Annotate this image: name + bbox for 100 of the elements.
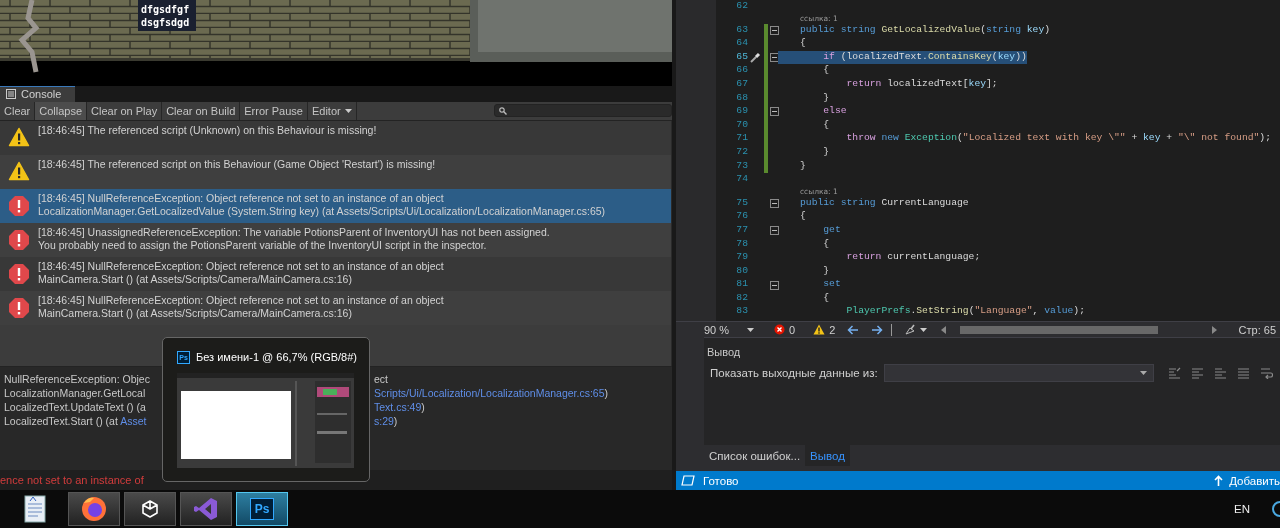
cleanup-button[interactable] — [904, 324, 928, 335]
tray-icon[interactable] — [1272, 501, 1280, 517]
code-editor[interactable] — [676, 0, 1280, 321]
right-arrow-icon — [871, 324, 884, 335]
line-number: 67 — [735, 77, 748, 91]
stack-trace-text: LocalizationManager.GetLocal — [4, 385, 147, 400]
stack-trace-text: NullReferenceException: Objec — [4, 371, 151, 386]
file-link[interactable]: Scripts/Ui/Localization/LocalizationManager.cs:65 — [374, 386, 605, 399]
collapse-icon[interactable] — [770, 199, 779, 208]
line-number: 79 — [735, 251, 748, 265]
error-icon — [774, 324, 785, 335]
line-number: 81 — [735, 278, 748, 292]
code-line: } — [822, 145, 830, 159]
taskbar-button[interactable] — [68, 492, 120, 526]
code-line: else — [822, 105, 847, 119]
stack-trace-text: ect — [374, 371, 389, 386]
line-number: 74 — [735, 173, 748, 187]
error-icon — [8, 262, 30, 285]
log-message: [18:46:45] NullReferenceException: Object reference not set to an instance of an object — [38, 293, 444, 308]
file-link[interactable]: Asset — [120, 414, 147, 427]
screwdriver-icon[interactable] — [749, 52, 761, 64]
word-wrap-icon[interactable] — [1259, 367, 1273, 379]
code-line: { — [800, 210, 806, 224]
log-message: [18:46:45] UnassignedReferenceException: The variable PotionsParent of InventoryUI has not been assigned. — [38, 225, 550, 240]
line-number: 64 — [735, 37, 748, 51]
log-message: You probably need to assign the PotionsParent variable of the InventoryUI script in the inspector. — [38, 239, 488, 253]
line-number: 62 — [735, 0, 748, 13]
globe-icon — [80, 495, 108, 523]
frame-icon — [681, 475, 695, 486]
code-line: { — [800, 37, 806, 51]
line-number: 71 — [735, 132, 748, 146]
preview-title: Без имени-1 @ 66,7% (RGB/8#) — [196, 351, 357, 363]
caret-icon — [920, 327, 928, 332]
log-row[interactable]: [18:46:45] NullReferenceException: Object reference not set to an instance of an object MainCamera.Start () (at Assets/Scripts/Camera/MainCamera.cs:16) — [0, 256, 671, 291]
left-arrow-icon — [847, 324, 860, 335]
line-number: 76 — [735, 210, 748, 224]
line-number: 70 — [735, 118, 748, 132]
log-row[interactable] — [0, 188, 671, 223]
taskbar-button[interactable]: Ps — [236, 492, 288, 526]
log-message: MainCamera.Start () (at Assets/Scripts/Camera/MainCamera.cs:16) — [38, 273, 353, 287]
warning-count[interactable]: 2 — [813, 323, 836, 336]
forward-button[interactable] — [871, 324, 884, 335]
code-line: } — [822, 264, 830, 278]
line-number: 77 — [735, 223, 748, 237]
up-arrow-icon — [1214, 475, 1224, 486]
line-number: 66 — [735, 64, 748, 78]
game-label: dfgsdfgf — [140, 3, 191, 16]
taskbar-button[interactable] — [124, 492, 176, 526]
status-text: Готово — [703, 474, 739, 487]
search-icon — [499, 106, 507, 115]
stack-trace-text: Scripts/Ui/Localization/LocalizationManager.cs:65) — [374, 385, 610, 400]
scroll-right-icon[interactable] — [1212, 325, 1218, 334]
code-line: throw new Exception("Localized text with key \"" + key + "\" not found"); — [845, 132, 1271, 146]
code-line: { — [822, 237, 830, 251]
line-number: 75 — [735, 196, 748, 210]
app-logo: Ps — [250, 498, 274, 520]
stack-trace-text: Text.cs:49) — [374, 399, 426, 414]
zoom-dropdown[interactable]: 90 % — [704, 323, 756, 336]
log-message: [18:46:45] The referenced script on this Behaviour (Game Object 'Restart') is missing! — [38, 157, 436, 172]
error-icon — [8, 296, 30, 319]
code-line: return currentLanguage; — [845, 251, 981, 265]
search-field[interactable] — [494, 104, 672, 118]
code-line: public string CurrentLanguage — [800, 196, 969, 210]
line-number: 72 — [735, 145, 748, 159]
code-line: { — [822, 291, 830, 305]
line-number: 78 — [735, 237, 748, 251]
bow-logo-icon — [193, 496, 219, 522]
list-icon — [6, 89, 16, 100]
cursor-position: Стр: 65 — [1238, 323, 1277, 336]
log-row[interactable]: [18:46:45] The referenced script (Unknown) on this Behaviour is missing! — [0, 120, 671, 155]
collapse-icon[interactable] — [770, 25, 779, 35]
language-indicator[interactable]: EN — [1234, 503, 1250, 515]
console-tab[interactable]: Console — [0, 86, 76, 102]
brush-icon — [904, 324, 917, 335]
scrollbar-thumb[interactable] — [960, 325, 1159, 334]
code-line: } — [822, 91, 830, 105]
line-number: 80 — [735, 264, 748, 278]
error-count[interactable]: 0 — [774, 323, 796, 336]
stack-trace-text: s:29) — [374, 413, 399, 428]
code-line: public string GetLocalizedValue(string key) — [800, 23, 1051, 37]
code-line: { — [822, 64, 830, 78]
collapse-icon[interactable] — [770, 53, 779, 63]
panel-tab[interactable]: Вывод — [805, 445, 850, 466]
publish-button[interactable]: Добавить — [1214, 474, 1280, 487]
collapse-icon[interactable] — [770, 107, 779, 117]
warning-icon — [8, 126, 30, 147]
code-line: get — [822, 223, 841, 237]
collapse-icon[interactable] — [770, 280, 779, 290]
file-link[interactable]: s:29 — [374, 414, 394, 427]
collapse-icon[interactable] — [770, 226, 779, 236]
caret-icon — [747, 327, 755, 332]
error-icon — [8, 228, 30, 251]
back-button[interactable] — [847, 324, 860, 335]
code-line: return localizedText[key]; — [845, 77, 998, 91]
code-line: { — [822, 118, 830, 132]
scroll-left-icon[interactable] — [941, 325, 947, 334]
game-label: dsgfsdgd — [140, 16, 191, 29]
error-status-text: ence not set to an instance of — [0, 474, 144, 486]
panel-title: Вывод — [707, 346, 741, 358]
line-number: 68 — [735, 91, 748, 105]
